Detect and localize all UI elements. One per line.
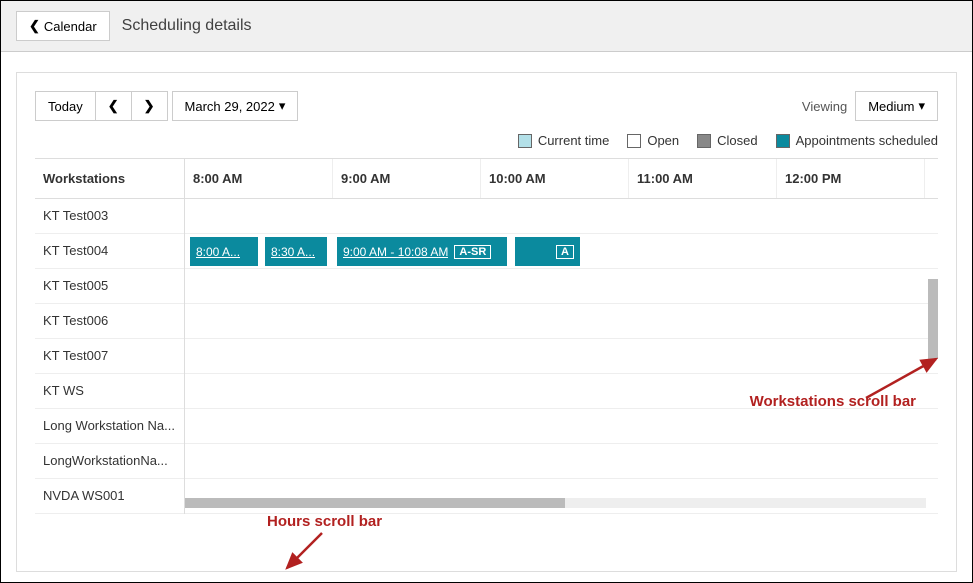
date-nav-group: Today ❮ ❯: [35, 91, 168, 121]
swatch-closed-icon: [697, 134, 711, 148]
workstation-column: KT Test003KT Test004KT Test005KT Test006…: [35, 199, 185, 514]
time-header: 8:00 AM9:00 AM10:00 AM11:00 AM12:00 PM: [185, 159, 938, 198]
legend-label: Appointments scheduled: [796, 133, 938, 148]
workstation-row-label: KT Test004: [35, 234, 184, 269]
legend-open: Open: [627, 133, 679, 148]
legend-label: Current time: [538, 133, 610, 148]
schedule-grid-row: [185, 339, 938, 374]
workstation-row-label: KT WS: [35, 374, 184, 409]
horizontal-scrollbar[interactable]: [185, 498, 926, 508]
vertical-scrollbar[interactable]: [928, 279, 938, 359]
content-panel: Today ❮ ❯ March 29, 2022 ▾ Viewing Mediu…: [16, 72, 957, 572]
legend-appointments: Appointments scheduled: [776, 133, 938, 148]
legend-label: Closed: [717, 133, 757, 148]
appointment-block[interactable]: 8:00 A...: [190, 237, 258, 266]
schedule-grid-row: 8:00 A... 8:30 A... 9:00 AM - 10:08 AM A-SR…: [185, 234, 938, 269]
view-size-select[interactable]: Medium ▾: [855, 91, 938, 121]
appointment-block[interactable]: 9:00 AM - 10:08 AM A-SR: [337, 237, 507, 266]
arrow-icon: [277, 528, 337, 578]
schedule-grid-row: [185, 479, 938, 514]
date-label: March 29, 2022: [185, 99, 275, 114]
view-size-value: Medium: [868, 99, 914, 114]
workstation-row-label: KT Test005: [35, 269, 184, 304]
date-picker-button[interactable]: March 29, 2022 ▾: [172, 91, 299, 121]
appointment-label: 8:30 A...: [271, 245, 315, 259]
workstations-header: Workstations: [35, 159, 185, 198]
time-column-header: 10:00 AM: [481, 159, 629, 198]
appointment-block[interactable]: 8:30 A...: [265, 237, 327, 266]
page-title: Scheduling details: [122, 17, 252, 35]
appointment-label: 9:00 AM - 10:08 AM: [343, 245, 448, 259]
schedule-grid-row: [185, 409, 938, 444]
appointment-badge: A: [556, 245, 574, 259]
caret-down-icon: ▾: [279, 98, 286, 114]
schedule-grid-row: [185, 199, 938, 234]
schedule-grid-row: [185, 444, 938, 479]
schedule-grid[interactable]: 8:00 A... 8:30 A... 9:00 AM - 10:08 AM A-SR…: [185, 199, 938, 514]
legend-current-time: Current time: [518, 133, 610, 148]
schedule-grid-row: [185, 374, 938, 409]
schedule-grid-row: [185, 304, 938, 339]
toolbar: Today ❮ ❯ March 29, 2022 ▾ Viewing Mediu…: [35, 91, 938, 121]
time-column-header: 12:00 PM: [777, 159, 925, 198]
swatch-appointments-icon: [776, 134, 790, 148]
toolbar-right: Viewing Medium ▾: [802, 91, 938, 121]
workstation-row-label: KT Test003: [35, 199, 184, 234]
workstation-row-label: LongWorkstationNa...: [35, 444, 184, 479]
schedule-body: KT Test003KT Test004KT Test005KT Test006…: [35, 199, 938, 514]
appointment-block[interactable]: A: [515, 237, 580, 266]
workstation-row-label: NVDA WS001: [35, 479, 184, 514]
workstation-row-label: KT Test006: [35, 304, 184, 339]
appointment-badge: A-SR: [454, 245, 491, 259]
appointment-label: 8:00 A...: [196, 245, 240, 259]
annotation-hours-scroll: Hours scroll bar: [267, 513, 382, 530]
schedule-grid-row: [185, 269, 938, 304]
horizontal-scroll-thumb[interactable]: [185, 498, 565, 508]
prev-day-button[interactable]: ❮: [96, 91, 132, 121]
header-bar: ❮ Calendar Scheduling details: [1, 1, 972, 52]
workstation-row-label: Long Workstation Na...: [35, 409, 184, 444]
time-column-header: 9:00 AM: [333, 159, 481, 198]
swatch-open-icon: [627, 134, 641, 148]
time-column-header: 8:00 AM: [185, 159, 333, 198]
chevron-left-icon: ❮: [29, 18, 40, 34]
legend-label: Open: [647, 133, 679, 148]
back-label: Calendar: [44, 19, 97, 34]
today-button[interactable]: Today: [35, 91, 96, 121]
workstation-row-label: KT Test007: [35, 339, 184, 374]
time-column-header: 11:00 AM: [629, 159, 777, 198]
back-to-calendar-button[interactable]: ❮ Calendar: [16, 11, 110, 41]
viewing-label: Viewing: [802, 99, 847, 114]
legend: Current time Open Closed Appointments sc…: [35, 133, 938, 148]
schedule: Workstations 8:00 AM9:00 AM10:00 AM11:00…: [35, 158, 938, 514]
chevron-left-icon: ❮: [108, 98, 119, 114]
swatch-current-time-icon: [518, 134, 532, 148]
chevron-right-icon: ❯: [144, 98, 155, 114]
schedule-header: Workstations 8:00 AM9:00 AM10:00 AM11:00…: [35, 159, 938, 199]
toolbar-left: Today ❮ ❯ March 29, 2022 ▾: [35, 91, 298, 121]
legend-closed: Closed: [697, 133, 757, 148]
next-day-button[interactable]: ❯: [132, 91, 168, 121]
caret-down-icon: ▾: [918, 98, 925, 114]
